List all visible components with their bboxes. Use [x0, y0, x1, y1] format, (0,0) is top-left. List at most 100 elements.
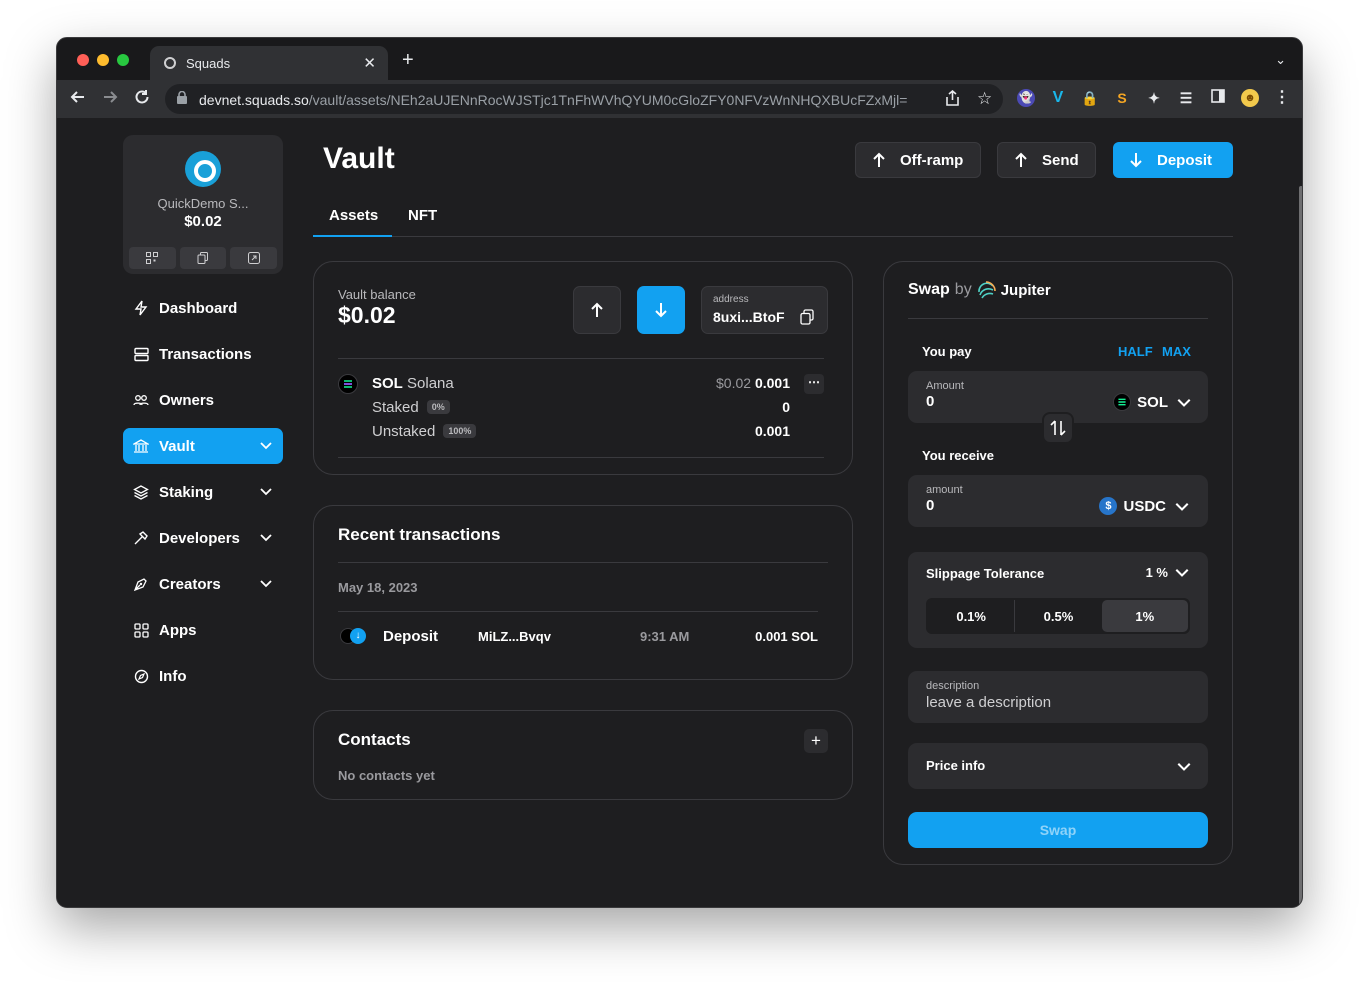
vault-balance-label: Vault balance: [338, 287, 416, 302]
sidebar-item-dashboard[interactable]: Dashboard: [123, 290, 283, 326]
profile-avatar[interactable]: ☻: [1241, 89, 1259, 107]
sidebar-item-developers[interactable]: Developers: [123, 520, 283, 556]
send-button[interactable]: Send: [997, 142, 1096, 178]
tab-search-chevron-icon[interactable]: ⌄: [1275, 52, 1286, 68]
slippage-option-selected[interactable]: 1%: [1101, 600, 1188, 632]
qr-code-button[interactable]: [129, 247, 176, 269]
reload-icon[interactable]: [133, 88, 151, 111]
close-window-button[interactable]: [77, 54, 89, 66]
hammer-icon: [133, 530, 149, 546]
open-explorer-button[interactable]: [230, 247, 278, 269]
sidebar-item-creators[interactable]: Creators: [123, 566, 283, 602]
transaction-time: 9:31 AM: [640, 629, 690, 644]
arrow-down-icon: [1129, 152, 1143, 168]
sidebar-item-vault[interactable]: Vault: [123, 428, 283, 464]
copy-icon: [197, 252, 208, 264]
pen-nib-icon: [133, 576, 149, 592]
receive-token-select[interactable]: $ USDC: [1099, 497, 1190, 515]
chevron-down-icon: [259, 484, 273, 502]
arrow-up-icon: [591, 302, 603, 317]
you-pay-label: You pay: [922, 344, 972, 359]
slippage-panel: Slippage Tolerance 1 % 0.1% 0.5% 1%: [908, 552, 1208, 648]
minimize-window-button[interactable]: [97, 54, 109, 66]
description-input[interactable]: leave a description: [926, 694, 1051, 711]
swap-button[interactable]: Swap: [908, 812, 1208, 848]
sidebar-item-transactions[interactable]: Transactions: [123, 336, 283, 372]
divider: [338, 358, 824, 359]
slippage-option[interactable]: 0.1%: [928, 600, 1016, 632]
sidebar-nav: Dashboard Transactions Owners Vault Stak…: [123, 290, 283, 704]
tab-assets[interactable]: Assets: [329, 207, 378, 224]
copy-address-button[interactable]: [179, 247, 227, 269]
transaction-amount: 0.001 SOL: [755, 629, 818, 644]
tab-strip: Squads ✕ + ⌄: [57, 38, 1302, 80]
slippage-dropdown[interactable]: 1 %: [1146, 564, 1190, 580]
unstaked-amount: 0.001: [754, 423, 790, 439]
slippage-option[interactable]: 0.5%: [1015, 600, 1101, 632]
extension-solflare-icon[interactable]: S: [1113, 89, 1131, 107]
browser-window: Squads ✕ + ⌄ devnet.squads.so/vault/asse…: [56, 37, 1303, 908]
extension-phantom-icon[interactable]: 👻: [1017, 89, 1035, 107]
receive-amount-label: amount: [926, 484, 963, 496]
vault-address-box[interactable]: address 8uxi...BtoF: [701, 286, 828, 334]
deposit-transaction-icon: ↓: [340, 628, 368, 646]
page-title: Vault: [323, 142, 395, 175]
chevron-down-icon: [259, 576, 273, 594]
usdc-token-icon: $: [1099, 497, 1118, 515]
extensions-puzzle-icon[interactable]: ✦: [1145, 89, 1163, 107]
asset-more-button[interactable]: ⋯: [804, 374, 824, 394]
share-icon[interactable]: [945, 89, 960, 110]
layers-icon: [133, 484, 149, 500]
swap-direction-button[interactable]: [1042, 412, 1074, 444]
reading-list-icon[interactable]: ☰: [1177, 89, 1195, 107]
send-asset-button[interactable]: [573, 286, 621, 334]
receive-amount-value: 0: [926, 497, 935, 514]
zoom-window-button[interactable]: [117, 54, 129, 66]
pay-token-select[interactable]: SOL: [1113, 393, 1192, 411]
browser-tab[interactable]: Squads ✕: [150, 46, 388, 80]
bookmark-star-icon[interactable]: ☆: [977, 89, 992, 109]
browser-toolbar: devnet.squads.so/vault/assets/NEh2aUJENn…: [57, 80, 1302, 118]
chevron-down-icon: [1177, 762, 1191, 771]
sidebar-item-staking[interactable]: Staking: [123, 474, 283, 510]
off-ramp-button[interactable]: Off-ramp: [855, 142, 981, 178]
asset-name: SOL Solana: [372, 375, 454, 392]
receive-amount-field[interactable]: amount 0 $ USDC: [908, 475, 1208, 527]
browser-menu-icon[interactable]: ⋮: [1273, 89, 1291, 107]
deposit-button[interactable]: Deposit: [1113, 142, 1233, 178]
price-info-toggle[interactable]: Price info: [908, 743, 1208, 789]
new-tab-icon[interactable]: +: [402, 49, 414, 72]
half-button[interactable]: HALF: [1118, 344, 1153, 359]
back-arrow-icon[interactable]: [69, 88, 87, 111]
transaction-type: Deposit: [383, 628, 439, 645]
wallet-actions: [129, 247, 278, 269]
sidebar-item-owners[interactable]: Owners: [123, 382, 283, 418]
page-scrollbar[interactable]: [1299, 186, 1302, 907]
swap-title: Swap by Jupiter: [908, 281, 1051, 299]
url-text: devnet.squads.so/vault/assets/NEh2aUJENn…: [199, 92, 908, 108]
sidebar-item-info[interactable]: Info: [123, 658, 283, 694]
compass-icon: [133, 668, 149, 684]
max-button[interactable]: MAX: [1162, 344, 1191, 359]
pay-amount-input[interactable]: 0: [926, 393, 934, 410]
tab-nft[interactable]: NFT: [408, 207, 437, 224]
deposit-asset-button[interactable]: [637, 286, 685, 334]
description-field[interactable]: description leave a description: [908, 671, 1208, 723]
server-icon: [133, 346, 149, 362]
forward-arrow-icon[interactable]: [101, 88, 119, 111]
extension-vimeo-icon[interactable]: V: [1049, 89, 1067, 107]
sidebar-item-apps[interactable]: Apps: [123, 612, 283, 648]
copy-icon[interactable]: [800, 309, 814, 325]
add-contact-button[interactable]: +: [804, 729, 828, 753]
tab-title: Squads: [186, 56, 231, 71]
transaction-row[interactable]: ↓ Deposit MiLZ...Bvqv 9:31 AM 0.001 SOL: [338, 626, 818, 650]
contacts-empty-text: No contacts yet: [338, 768, 435, 783]
close-tab-icon[interactable]: ✕: [363, 54, 376, 72]
address-bar[interactable]: devnet.squads.so/vault/assets/NEh2aUJENn…: [165, 84, 1003, 114]
swap-card: Swap by Jupiter You pay HALF MAX Amount …: [883, 261, 1233, 865]
bank-icon: [133, 438, 149, 454]
transaction-address: MiLZ...Bvqv: [478, 629, 551, 644]
extension-lock-icon[interactable]: 🔒: [1081, 89, 1099, 107]
active-tab-indicator: [313, 235, 392, 237]
side-panel-icon[interactable]: [1209, 89, 1227, 107]
